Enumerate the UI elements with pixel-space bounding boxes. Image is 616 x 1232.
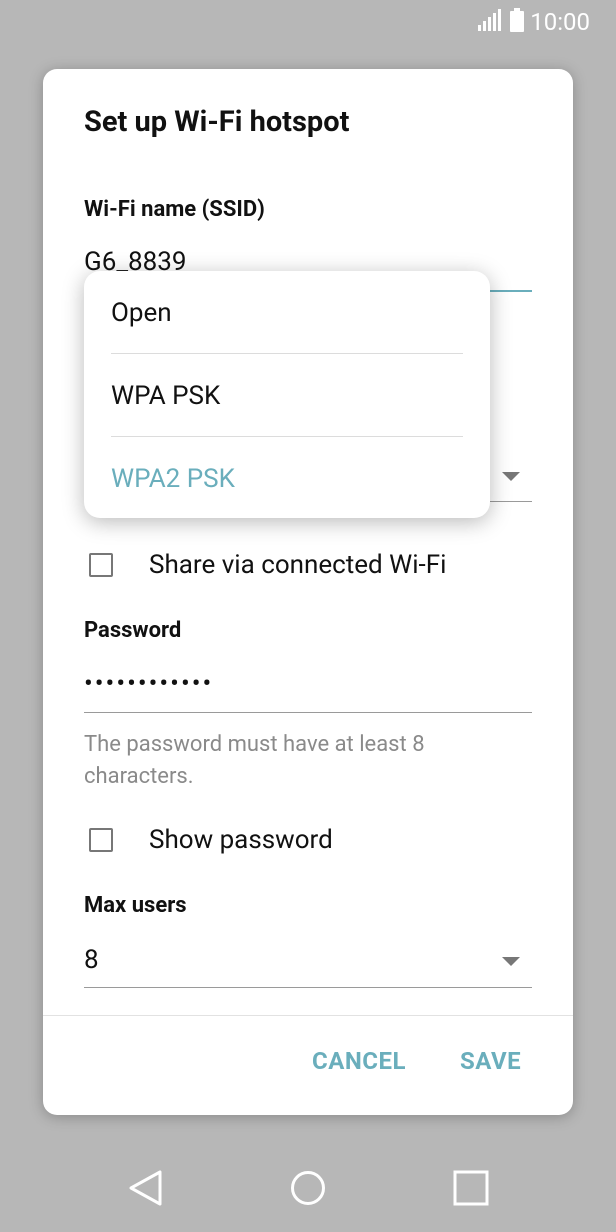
dialog-divider (43, 1015, 573, 1016)
dialog-title: Set up Wi-Fi hotspot (84, 105, 350, 139)
show-password-label[interactable]: Show password (149, 825, 333, 855)
hotspot-dialog: Set up Wi-Fi hotspot Wi-Fi name (SSID) G… (43, 69, 573, 1115)
max-users-label: Max users (84, 893, 187, 918)
security-dropdown-arrow-icon[interactable] (502, 472, 520, 481)
menu-item-wpa2-psk[interactable]: WPA2 PSK (111, 464, 235, 494)
ssid-label: Wi-Fi name (SSID) (84, 197, 265, 222)
share-checkbox-label[interactable]: Share via connected Wi-Fi (149, 550, 446, 580)
status-time: 10:00 (530, 8, 590, 36)
menu-item-open[interactable]: Open (111, 298, 172, 328)
recent-apps-icon[interactable] (453, 1170, 489, 1210)
save-button[interactable]: SAVE (460, 1047, 521, 1075)
password-hint: The password must have at least 8 charac… (84, 732, 425, 789)
navigation-bar (0, 1130, 616, 1232)
password-input[interactable]: •••••••••••• (84, 669, 213, 699)
share-checkbox[interactable] (89, 553, 113, 577)
menu-item-wpa-psk[interactable]: WPA PSK (111, 381, 220, 411)
status-bar: 10:00 (0, 0, 616, 44)
cancel-button[interactable]: CANCEL (312, 1047, 406, 1075)
battery-icon (510, 8, 525, 36)
back-icon[interactable] (128, 1170, 164, 1210)
menu-divider (111, 353, 463, 354)
password-underline (84, 712, 532, 713)
max-users-dropdown-arrow-icon[interactable] (502, 957, 520, 966)
security-dropdown-menu: Open WPA PSK WPA2 PSK (84, 271, 490, 518)
max-users-underline (84, 987, 532, 988)
password-label: Password (84, 618, 182, 643)
home-icon[interactable] (290, 1170, 326, 1210)
max-users-select[interactable]: 8 (84, 945, 99, 975)
show-password-checkbox[interactable] (89, 828, 113, 852)
signal-icon (478, 9, 502, 35)
menu-divider (111, 436, 463, 437)
